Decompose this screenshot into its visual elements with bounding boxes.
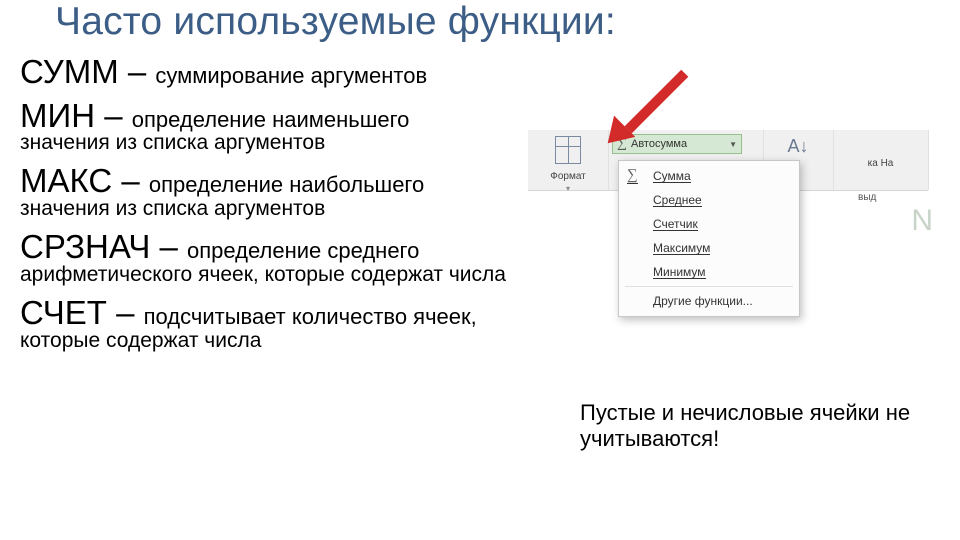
- ribbon-format-group[interactable]: Формат ▾: [528, 130, 609, 190]
- menu-item-sum[interactable]: ∑ Сумма: [619, 164, 799, 188]
- fn-name-max: МАКС: [20, 162, 112, 199]
- note-text: Пустые и нечисловые ячейки не учитываютс…: [580, 400, 920, 453]
- def-max-cont: значения из списка аргументов: [20, 197, 540, 221]
- fn-name-sum: СУММ: [20, 53, 119, 90]
- ribbon-edge-group: ка На: [833, 130, 929, 190]
- menu-item-max[interactable]: Максимум: [619, 236, 799, 260]
- autosum-dropdown-menu: ∑ Сумма Среднее Счетчик Максимум Минимум…: [618, 160, 800, 317]
- fn-name-count: СЧЕТ: [20, 294, 107, 331]
- sort-icon: А↓: [763, 136, 833, 157]
- def-min-cont: значения из списка аргументов: [20, 131, 540, 155]
- excel-screenshot: Формат ▾ ∑ Автосумма ▼ А↓ ка На выд ∑ С: [528, 130, 928, 350]
- def-avg-cont: арифметического ячеек, которые содержат …: [20, 263, 540, 287]
- def-count: СЧЕТ – подсчитывает количество ячеек,: [20, 295, 540, 331]
- definitions-block: СУММ – суммирование аргументов МИН – опр…: [20, 54, 540, 353]
- chevron-down-icon[interactable]: ▼: [729, 140, 737, 149]
- column-letter-n: N: [911, 204, 933, 238]
- def-max: МАКС – определение наибольшего: [20, 163, 540, 199]
- menu-item-count[interactable]: Счетчик: [619, 212, 799, 236]
- ribbon-format-label: Формат: [550, 171, 586, 182]
- def-min: МИН – определение наименьшего: [20, 98, 540, 134]
- ribbon-cut-label: выд: [858, 192, 876, 203]
- def-avg: СРЗНАЧ – определение среднего: [20, 229, 540, 265]
- def-sum: СУММ – суммирование аргументов: [20, 54, 540, 90]
- sigma-icon: ∑: [627, 168, 638, 184]
- fn-name-avg: СРЗНАЧ: [20, 228, 150, 265]
- def-count-cont: которые содержат числа: [20, 329, 540, 353]
- fn-name-min: МИН: [20, 97, 95, 134]
- menu-separator: [625, 286, 793, 287]
- menu-item-avg[interactable]: Среднее: [619, 188, 799, 212]
- autosum-label: Автосумма: [631, 138, 687, 150]
- menu-item-more[interactable]: Другие функции...: [619, 289, 799, 313]
- format-icon: [555, 136, 581, 164]
- slide-title: Часто используемые функции:: [55, 0, 616, 44]
- menu-item-min[interactable]: Минимум: [619, 260, 799, 284]
